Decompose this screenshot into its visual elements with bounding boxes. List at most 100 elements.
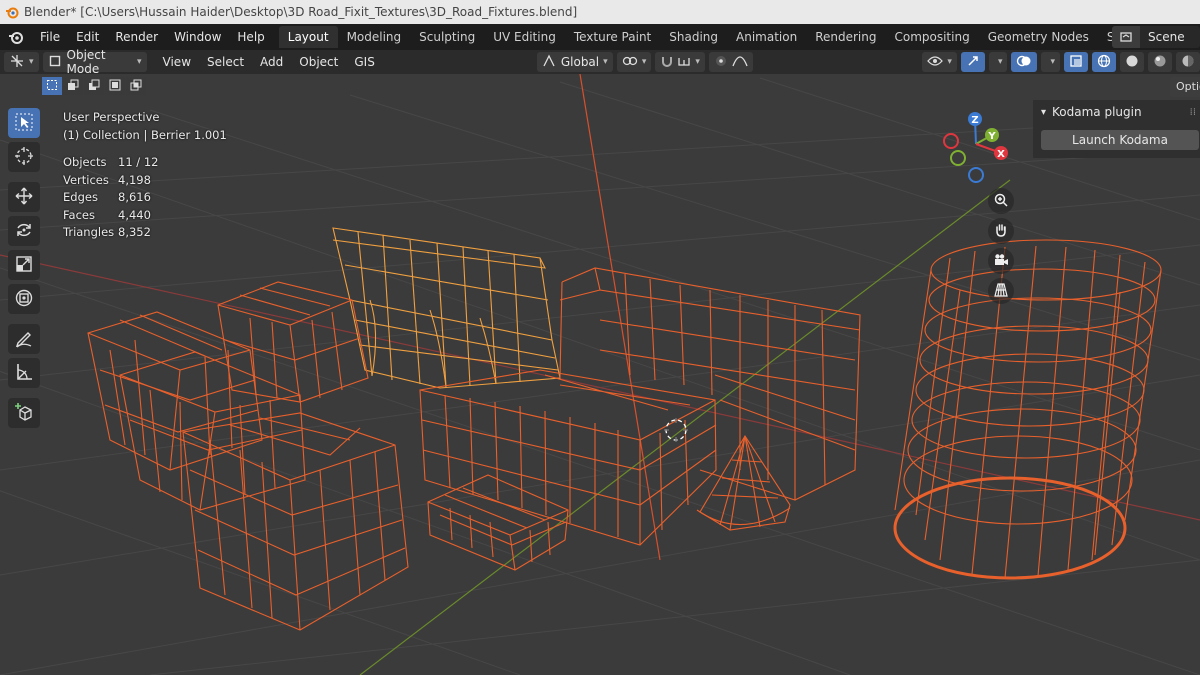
- title-bar: Blender* [C:\Users\Hussain Haider\Deskto…: [0, 0, 1200, 24]
- snap-toggle[interactable]: ▾: [655, 52, 705, 72]
- select-invert-button[interactable]: [105, 77, 125, 95]
- tab-layout[interactable]: Layout: [278, 26, 338, 48]
- navigation-gizmo[interactable]: Z Y X: [938, 106, 1018, 186]
- zoom-button[interactable]: [988, 188, 1014, 214]
- menu-help[interactable]: Help: [229, 24, 272, 50]
- pan-button[interactable]: [988, 218, 1014, 244]
- shading-material[interactable]: [1148, 52, 1172, 72]
- scene-icon: [1112, 26, 1140, 48]
- measure-tool[interactable]: [8, 358, 40, 388]
- annotate-tool[interactable]: [8, 324, 40, 354]
- chevron-down-icon: ▾: [1050, 57, 1055, 67]
- gizmo-neg-y-handle: [950, 150, 966, 166]
- window-title: Blender* [C:\Users\Hussain Haider\Deskto…: [24, 5, 578, 19]
- shading-wireframe[interactable]: [1092, 52, 1116, 72]
- tab-uv-editing[interactable]: UV Editing: [484, 26, 565, 48]
- panel-header[interactable]: ▾ Kodama plugin ⁞⁞: [1033, 100, 1200, 124]
- proportional-edit-toggle[interactable]: [708, 52, 753, 72]
- tab-texture-paint[interactable]: Texture Paint: [565, 26, 660, 48]
- crosshair-cursor-icon: [14, 146, 34, 169]
- tab-animation[interactable]: Animation: [727, 26, 806, 48]
- menu-window[interactable]: Window: [166, 24, 229, 50]
- shading-rendered[interactable]: [1176, 52, 1200, 72]
- chevron-down-icon: ▾: [641, 57, 647, 67]
- menu-render[interactable]: Render: [107, 24, 166, 50]
- add-cube-tool[interactable]: [8, 398, 40, 428]
- scene-selector[interactable]: Scene: [1112, 26, 1200, 48]
- barrier-active-wireframe: [332, 227, 561, 389]
- overlay-toggle[interactable]: [1011, 52, 1038, 72]
- menu-file[interactable]: File: [32, 24, 68, 50]
- select-new-icon: [46, 79, 58, 94]
- select-box-tool[interactable]: [8, 108, 40, 138]
- select-intersect-icon: [130, 79, 142, 94]
- falloff-curve-icon: [732, 54, 748, 71]
- eye-icon: [927, 55, 944, 70]
- stat-label: Edges: [63, 190, 98, 204]
- transform-tool[interactable]: [8, 284, 40, 314]
- cursor-tool[interactable]: [8, 142, 40, 172]
- move-tool[interactable]: [8, 182, 40, 212]
- solid-sphere-icon: [1125, 54, 1139, 71]
- select-subtract-button[interactable]: [84, 77, 104, 95]
- transform-orientation-dropdown[interactable]: Global ▾: [536, 52, 613, 72]
- chevron-down-icon: ▾: [947, 57, 952, 67]
- shading-solid[interactable]: [1120, 52, 1144, 72]
- xray-toggle[interactable]: [1064, 52, 1088, 72]
- tab-rendering[interactable]: Rendering: [806, 26, 885, 48]
- grid-perspective-icon: [993, 282, 1009, 301]
- pivot-dropdown[interactable]: ▾: [616, 52, 652, 72]
- stat-row: Triangles 8,352: [63, 224, 227, 242]
- ortho-toggle-button[interactable]: [988, 278, 1014, 304]
- stat-label: Vertices: [63, 172, 109, 187]
- menu-view[interactable]: View: [155, 55, 199, 69]
- overlay-dropdown[interactable]: ▾: [1041, 52, 1060, 72]
- gizmo-dropdown[interactable]: ▾: [988, 52, 1008, 72]
- viewport-info-overlay: User Perspective (1) Collection | Berrie…: [63, 108, 227, 242]
- select-intersect-button[interactable]: [126, 77, 146, 95]
- blender-menu-icon[interactable]: [0, 24, 32, 50]
- menu-edit[interactable]: Edit: [68, 24, 107, 50]
- stat-value: 11 / 12: [118, 155, 159, 169]
- tab-sculpting[interactable]: Sculpting: [410, 26, 484, 48]
- z-axis-line: [579, 74, 661, 561]
- editor-type-button[interactable]: ▾: [4, 52, 39, 72]
- stat-value: 8,352: [118, 225, 151, 239]
- tab-shading[interactable]: Shading: [660, 26, 727, 48]
- overlay-icon: [1016, 54, 1032, 71]
- gizmo-y-label: Y: [987, 131, 996, 142]
- snap-increment-icon: [677, 54, 691, 71]
- menu-object[interactable]: Object: [291, 55, 346, 69]
- material-sphere-icon: [1153, 54, 1167, 71]
- select-extend-button[interactable]: [63, 77, 83, 95]
- tab-geometry-nodes[interactable]: Geometry Nodes: [979, 26, 1098, 48]
- mode-dropdown[interactable]: Object Mode ▾: [42, 48, 147, 76]
- select-new-button[interactable]: [42, 77, 62, 95]
- chevron-down-icon: ▾: [1041, 106, 1047, 118]
- camera-view-button[interactable]: [988, 248, 1014, 274]
- mode-label: Object Mode: [66, 48, 106, 76]
- blender-logo-icon: [4, 4, 20, 20]
- options-tab[interactable]: Optio: [1170, 77, 1200, 97]
- tab-modeling[interactable]: Modeling: [338, 26, 411, 48]
- selection-mode-group: [42, 77, 147, 97]
- rotate-tool[interactable]: [8, 216, 40, 246]
- gizmo-toggle[interactable]: [960, 52, 985, 72]
- visibility-dropdown[interactable]: ▾: [922, 52, 957, 72]
- scale-tool[interactable]: [8, 250, 40, 280]
- scene-name: Scene: [1148, 30, 1185, 44]
- menu-select[interactable]: Select: [199, 55, 252, 69]
- tab-compositing[interactable]: Compositing: [885, 26, 978, 48]
- chevron-down-icon: ▾: [695, 57, 700, 67]
- cursor-select-icon: [14, 112, 34, 135]
- transform-icon: [14, 288, 34, 311]
- magnet-icon: [660, 54, 674, 71]
- gizmo-z-label: Z: [971, 115, 978, 126]
- gizmo-neg-z-handle: [968, 167, 984, 183]
- menu-add[interactable]: Add: [252, 55, 291, 69]
- launch-kodama-button[interactable]: Launch Kodama: [1041, 130, 1199, 150]
- menu-gis[interactable]: GIS: [346, 55, 382, 69]
- rendered-sphere-icon: [1181, 54, 1195, 71]
- drag-handle-icon[interactable]: ⁞⁞: [1190, 107, 1196, 118]
- 3d-cursor: [664, 418, 688, 442]
